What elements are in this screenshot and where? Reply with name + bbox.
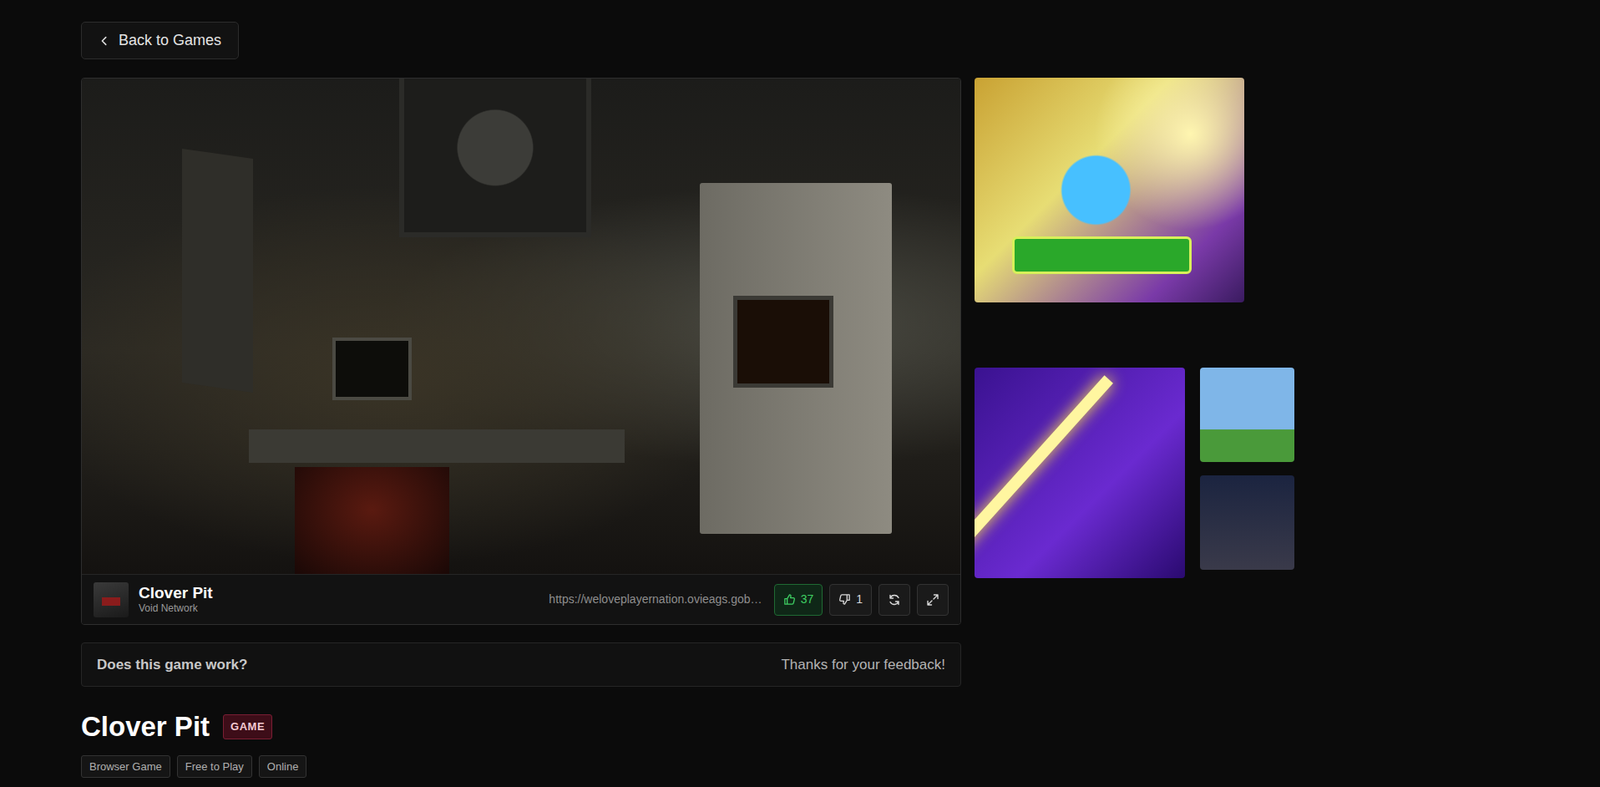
game-title: Clover Pit [81,709,210,744]
tag[interactable]: Browser Game [81,754,171,779]
publisher: Void Network [138,602,213,614]
back-button[interactable]: Back to Games [81,21,239,60]
dislike-button[interactable]: 1 [829,583,872,616]
like-button[interactable]: 37 [774,583,824,616]
back-label[interactable]: Back to Games [118,29,222,52]
refresh-icon [887,592,902,607]
feedback-question: Does this game work? [96,653,248,676]
player-bar: Clover Pit Void Network https://welovepl… [81,573,961,624]
advertisement[interactable] [974,77,1245,303]
game-thumbnail [93,582,129,618]
game-canvas[interactable] [81,78,961,574]
tag[interactable]: Online [258,754,308,779]
thumbs-up-icon [783,592,796,606]
related-games [974,367,1301,578]
like-count: 37 [800,590,815,608]
related-game-card[interactable] [974,367,1185,578]
tag[interactable]: Free to Play [177,754,253,779]
thumbs-down-icon [838,592,851,606]
game-player: Clover Pit Void Network https://welovepl… [81,77,962,625]
fullscreen-button[interactable] [916,583,949,616]
player-title: Clover Pit [138,583,213,603]
type-badge: GAME [222,713,273,740]
dislike-count: 1 [855,590,863,608]
game-url: https://weloveplayernation.ovieags.gob… [548,590,762,608]
related-game-card[interactable] [1200,367,1295,462]
reload-button[interactable] [878,583,911,616]
feedback-bar: Does this game work? Thanks for your fee… [81,642,962,687]
tag-list: Browser GameFree to PlayOnline [81,754,962,779]
feedback-response: Thanks for your feedback! [780,653,946,676]
related-game-card[interactable] [1200,475,1295,570]
chevron-left-icon [98,35,111,47]
expand-icon [926,592,940,607]
